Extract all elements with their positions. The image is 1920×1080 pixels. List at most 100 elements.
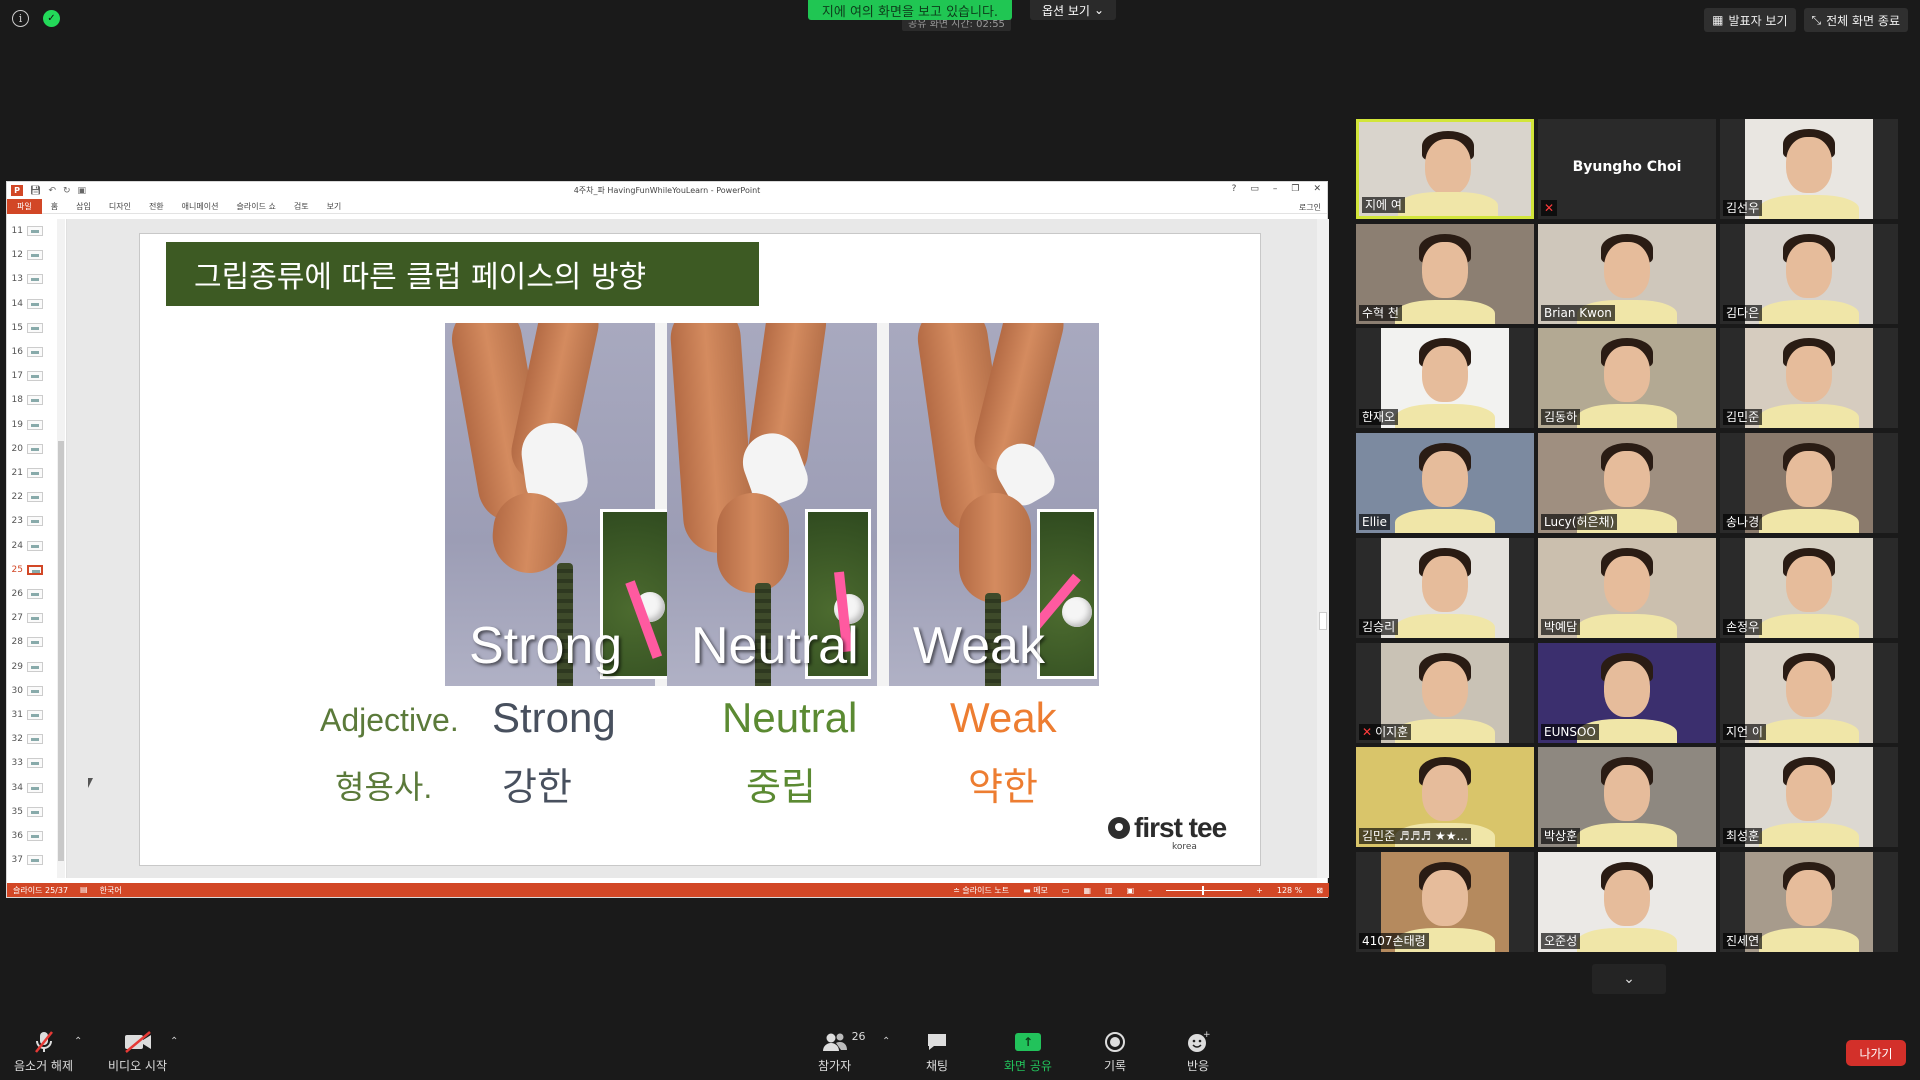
slide-thumbnail[interactable]: 17 [9, 368, 43, 384]
spellcheck-icon[interactable]: ▤ [80, 885, 88, 896]
participant-tile[interactable]: 진세연 [1720, 851, 1898, 952]
slide-thumbnail[interactable]: 34 [9, 780, 43, 796]
participant-tile[interactable]: Byungho Choi ✕ [1538, 119, 1716, 219]
slide-thumbnail[interactable]: 35 [9, 804, 43, 820]
participants-button[interactable]: 26 참가자 [818, 1030, 866, 1074]
slide-thumbnail[interactable]: 29 [9, 659, 43, 675]
tab-home[interactable]: 홈 [42, 201, 67, 212]
participant-tile[interactable]: 최성훈 [1720, 747, 1898, 848]
fit-to-window-icon[interactable]: ⊠ [1316, 886, 1323, 895]
slide-thumbnail[interactable]: 28 [9, 634, 43, 650]
participant-tile[interactable]: 김선우 [1720, 119, 1898, 219]
slide-thumbnail[interactable]: 24 [9, 538, 43, 554]
slide-thumbnail[interactable]: 33 [9, 755, 43, 771]
tab-slideshow[interactable]: 슬라이드 쇼 [227, 201, 284, 212]
participants-options-chevron-icon[interactable]: ⌃ [882, 1036, 890, 1047]
speaker-view-button[interactable]: ▦ 발표자 보기 [1704, 8, 1796, 32]
help-icon[interactable]: ? [1232, 184, 1237, 194]
info-icon[interactable]: i [12, 10, 29, 27]
reading-view-icon[interactable]: ▥ [1105, 886, 1113, 895]
participant-tile[interactable]: 오준성 [1538, 851, 1716, 952]
close-icon[interactable]: ✕ [1313, 184, 1321, 194]
unmute-button[interactable]: 음소거 해제 [14, 1030, 73, 1074]
tab-file[interactable]: 파일 [7, 198, 42, 214]
participant-tile[interactable]: 김다은 [1720, 223, 1898, 324]
slide-thumbnail[interactable]: 32 [9, 731, 43, 747]
reactions-button[interactable]: + 반응 [1186, 1030, 1210, 1074]
leave-meeting-button[interactable]: 나가기 [1846, 1040, 1906, 1066]
participant-tile[interactable]: 송나경 [1720, 433, 1898, 534]
language-indicator[interactable]: 한국어 [100, 885, 122, 896]
participant-tile[interactable]: Ellie [1356, 433, 1534, 534]
slideshow-icon[interactable]: ▣ [1127, 886, 1135, 895]
slide-thumbnail[interactable]: 22 [9, 489, 43, 505]
slide-thumbnail[interactable]: 13 [9, 271, 43, 287]
participant-tile[interactable]: 김민준 ♬♬♬ ★★... [1356, 747, 1534, 848]
participant-tile[interactable]: EUNSOO [1538, 642, 1716, 743]
zoom-slider[interactable] [1166, 885, 1243, 895]
comments-button[interactable]: ▬ 메모 [1023, 885, 1048, 896]
slide-thumbnail[interactable]: 19 [9, 417, 43, 433]
participant-tile[interactable]: 김민준 [1720, 328, 1898, 429]
tab-design[interactable]: 디자인 [100, 201, 140, 212]
participant-tile[interactable]: Lucy(허은채) [1538, 433, 1716, 534]
login-link[interactable]: 로그인 [1299, 202, 1321, 213]
slide-thumbnail[interactable]: 11 [9, 223, 43, 239]
start-video-button[interactable]: 비디오 시작 [108, 1030, 167, 1074]
participant-tile[interactable]: 김동하 [1538, 328, 1716, 429]
share-screen-button[interactable]: ↑ 화면 공유 [1004, 1030, 1052, 1074]
normal-view-icon[interactable]: ▭ [1062, 886, 1070, 895]
slide-thumbnail[interactable]: 30 [9, 683, 43, 699]
tab-review[interactable]: 검토 [285, 201, 318, 212]
slide-thumbnail[interactable]: 31 [9, 707, 43, 723]
slide-scrollbar[interactable] [1317, 219, 1329, 878]
scrollbar-thumb[interactable] [1319, 612, 1327, 630]
shield-check-icon[interactable]: ✓ [43, 10, 60, 27]
ribbon-display-icon[interactable]: ▭ [1250, 184, 1259, 194]
participant-tile[interactable]: 지언 이 [1720, 642, 1898, 743]
participant-tile[interactable]: ✕ 이지훈 [1356, 642, 1534, 743]
video-options-chevron-icon[interactable]: ⌃ [170, 1036, 178, 1047]
slide-thumbnail[interactable]: 12 [9, 247, 43, 263]
tab-transitions[interactable]: 전환 [140, 201, 173, 212]
chat-button[interactable]: 채팅 [926, 1030, 948, 1074]
slide-thumbnail[interactable]: 23 [9, 513, 43, 529]
slide-thumbnail[interactable]: 16 [9, 344, 43, 360]
restore-icon[interactable]: ❐ [1291, 184, 1299, 194]
exit-fullscreen-button[interactable]: ⤡ 전체 화면 종료 [1803, 8, 1908, 32]
slide-thumbnail[interactable]: 15 [9, 320, 43, 336]
gallery-next-page-button[interactable]: ⌄ [1592, 964, 1666, 994]
participant-tile[interactable]: 김승리 [1356, 537, 1534, 638]
minimize-icon[interactable]: – [1273, 184, 1278, 194]
slide-thumbnail[interactable]: 21 [9, 465, 43, 481]
slide-sorter-icon[interactable]: ▦ [1083, 886, 1091, 895]
slide-thumbnail[interactable]: 25 [9, 562, 43, 578]
thumbnail-scrollbar[interactable] [57, 219, 65, 878]
participant-tile[interactable]: 지에 여 [1356, 119, 1534, 219]
audio-options-chevron-icon[interactable]: ⌃ [74, 1036, 82, 1047]
slide-thumbnail[interactable]: 20 [9, 441, 43, 457]
zoom-level[interactable]: 128 % [1277, 886, 1302, 895]
slide-thumbnail[interactable]: 36 [9, 828, 43, 844]
zoom-in-icon[interactable]: + [1256, 886, 1263, 895]
slide-thumbnail[interactable]: 27 [9, 610, 43, 626]
participant-tile[interactable]: 박예담 [1538, 537, 1716, 638]
slide-thumbnail[interactable]: 18 [9, 392, 43, 408]
notes-button[interactable]: ≐ 슬라이드 노트 [953, 885, 1009, 896]
tab-insert[interactable]: 삽입 [67, 201, 100, 212]
zoom-out-icon[interactable]: – [1148, 886, 1152, 895]
slide-thumbnail[interactable]: 37 [9, 852, 43, 868]
slide-thumbnail[interactable]: 14 [9, 296, 43, 312]
participant-tile[interactable]: 4107손태령 [1356, 851, 1534, 952]
slide-thumbnail[interactable]: 26 [9, 586, 43, 602]
participant-tile[interactable]: 한재오 [1356, 328, 1534, 429]
participant-tile[interactable]: 박상훈 [1538, 747, 1716, 848]
participant-tile[interactable]: Brian Kwon [1538, 223, 1716, 324]
record-button[interactable]: 기록 [1104, 1030, 1126, 1074]
view-options-button[interactable]: 옵션 보기 ⌄ [1030, 0, 1117, 20]
participant-tile[interactable]: 수혁 천 [1356, 223, 1534, 324]
tab-animations[interactable]: 애니메이션 [173, 201, 228, 212]
participant-tile[interactable]: 손정우 [1720, 537, 1898, 638]
participant-video-face [1604, 346, 1650, 403]
tab-view[interactable]: 보기 [318, 201, 351, 212]
